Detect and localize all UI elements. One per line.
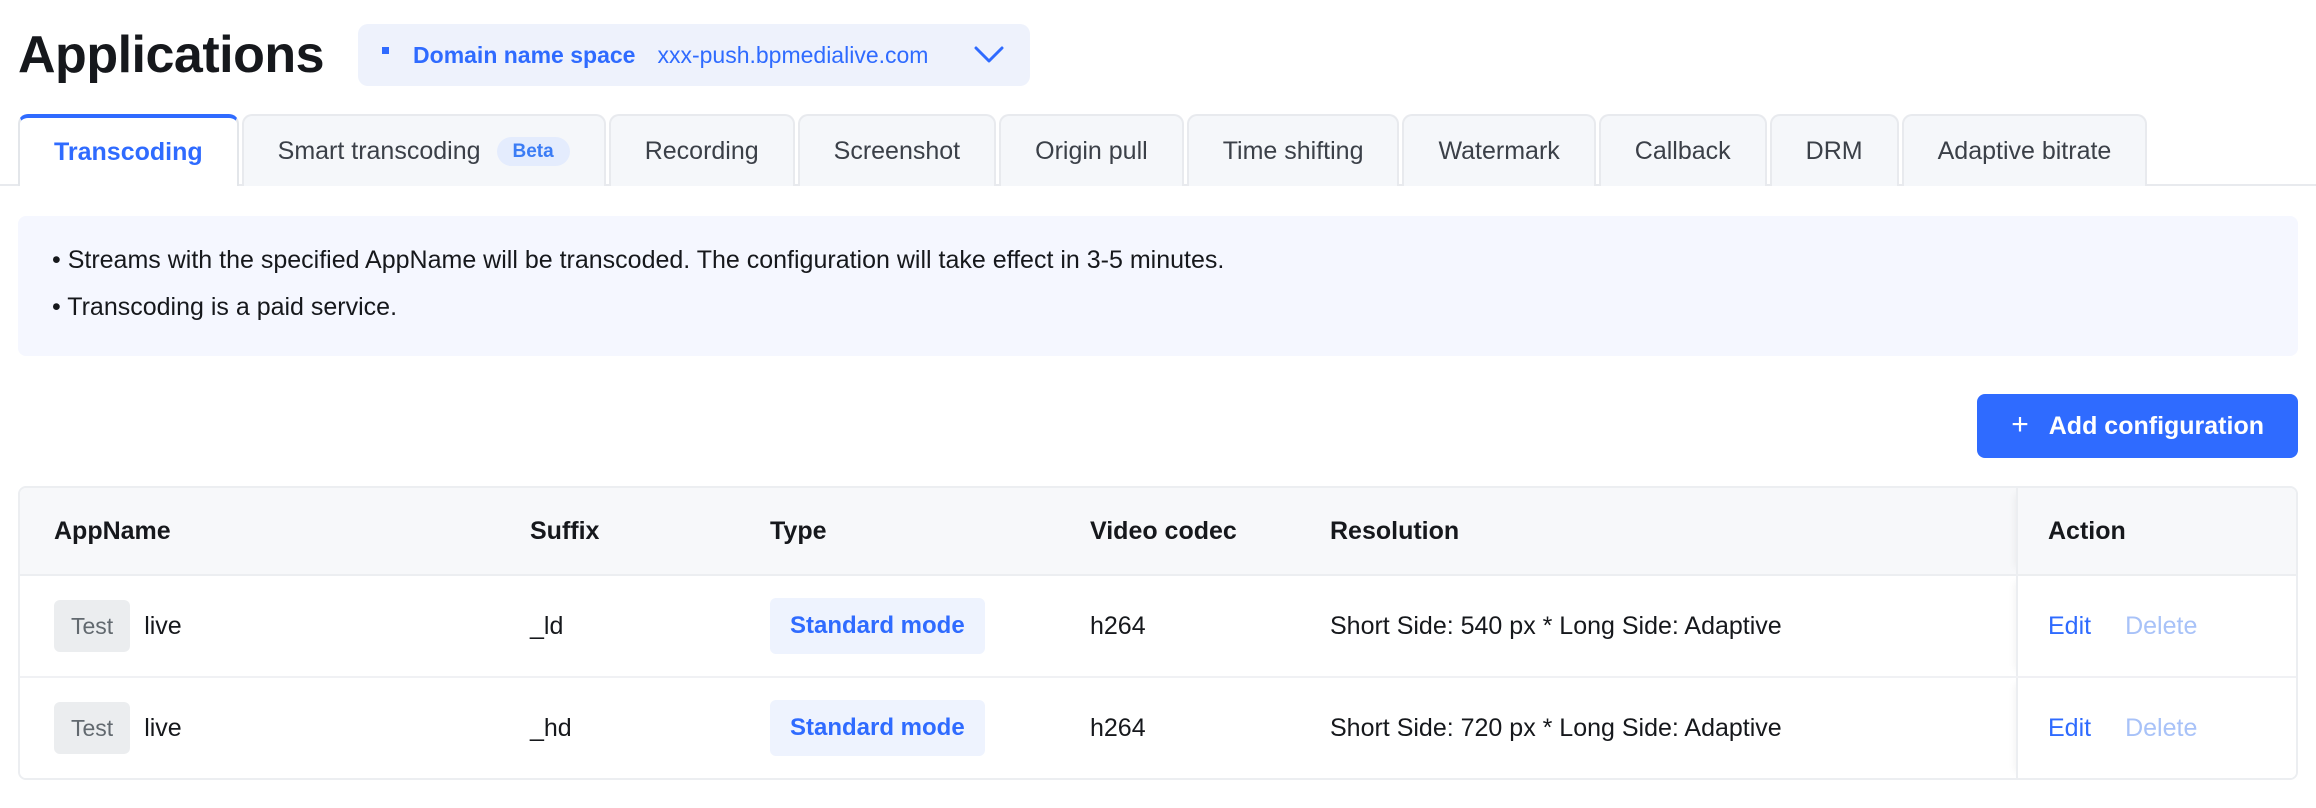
square-dot-icon <box>382 47 390 54</box>
column-header-resolution: Resolution <box>1330 516 1460 545</box>
cell-appname: Test live <box>20 678 520 778</box>
cell-type: Standard mode <box>760 678 1080 778</box>
cell-action: Edit Delete <box>2016 576 2296 676</box>
plus-icon: + <box>2011 408 2029 441</box>
tab-label: Smart transcoding <box>277 136 481 165</box>
column-header-suffix: Suffix <box>530 516 600 545</box>
tab-smart-transcoding[interactable]: Smart transcoding Beta <box>241 114 606 186</box>
info-notice: • Streams with the specified AppName wil… <box>18 216 2298 356</box>
configurations-table: AppName Suffix Type Video codec Resoluti… <box>18 486 2298 780</box>
column-header-action: Action <box>2016 488 2296 574</box>
tab-label: Origin pull <box>1035 136 1148 165</box>
cell-resolution: Short Side: 540 px * Long Side: Adaptive <box>1330 611 1782 640</box>
delete-link[interactable]: Delete <box>2125 714 2197 743</box>
table-header-row: AppName Suffix Type Video codec Resoluti… <box>20 488 2296 576</box>
tab-adaptive-bitrate[interactable]: Adaptive bitrate <box>1901 114 2148 186</box>
appname-text: live <box>144 713 182 742</box>
cell-type: Standard mode <box>760 576 1080 676</box>
tab-label: DRM <box>1805 136 1863 165</box>
edit-link[interactable]: Edit <box>2048 612 2091 641</box>
tab-callback[interactable]: Callback <box>1598 114 1767 186</box>
appname-badge: Test <box>54 600 131 652</box>
edit-link[interactable]: Edit <box>2048 714 2091 743</box>
tab-label: Watermark <box>1438 136 1560 165</box>
applications-page: Applications Domain name space xxx-push.… <box>0 0 2316 808</box>
tab-time-shifting[interactable]: Time shifting <box>1186 114 1400 186</box>
tab-label: Callback <box>1634 136 1731 165</box>
tab-label: Transcoding <box>54 137 203 166</box>
tab-label: Adaptive bitrate <box>1937 136 2112 165</box>
appname-text: live <box>144 611 182 640</box>
tab-watermark[interactable]: Watermark <box>1402 114 1596 186</box>
delete-link[interactable]: Delete <box>2125 612 2197 641</box>
tab-origin-pull[interactable]: Origin pull <box>999 114 1184 186</box>
column-header-video-codec: Video codec <box>1090 516 1237 545</box>
tab-label: Recording <box>644 136 759 165</box>
page-title: Applications <box>18 26 325 84</box>
column-header-appname: AppName <box>54 516 171 545</box>
tab-bar: Transcoding Smart transcoding Beta Recor… <box>0 110 2316 186</box>
page-header: Applications Domain name space xxx-push.… <box>0 0 2316 110</box>
table-row: Test live _ld Standard mode h264 Short S… <box>20 576 2296 678</box>
add-configuration-button[interactable]: + Add configuration <box>1977 394 2298 458</box>
tab-recording[interactable]: Recording <box>608 114 795 186</box>
cell-video-codec: h264 <box>1090 611 1146 640</box>
cell-action: Edit Delete <box>2016 678 2296 778</box>
cell-appname: Test live <box>20 576 520 676</box>
cell-suffix: _ld <box>530 611 564 640</box>
notice-line: • Streams with the specified AppName wil… <box>52 246 1225 274</box>
domain-selector-label: Domain name space <box>413 41 636 68</box>
tab-transcoding[interactable]: Transcoding <box>18 114 239 186</box>
tab-drm[interactable]: DRM <box>1769 114 1899 186</box>
tab-label: Screenshot <box>833 136 961 165</box>
chevron-down-icon[interactable] <box>974 46 1004 64</box>
appname-badge: Test <box>54 702 131 754</box>
type-badge[interactable]: Standard mode <box>770 598 985 654</box>
tab-badge-beta: Beta <box>496 136 570 166</box>
table-toolbar: + Add configuration <box>0 394 2316 458</box>
tab-screenshot[interactable]: Screenshot <box>797 114 997 186</box>
tab-label: Time shifting <box>1222 136 1364 165</box>
domain-selector-value: xxx-push.bpmedialive.com <box>657 41 929 68</box>
notice-line: • Transcoding is a paid service. <box>52 293 398 321</box>
domain-name-space-selector[interactable]: Domain name space xxx-push.bpmedialive.c… <box>358 24 1031 86</box>
table-row: Test live _hd Standard mode h264 Short S… <box>20 678 2296 778</box>
add-configuration-label: Add configuration <box>2048 411 2264 440</box>
type-badge[interactable]: Standard mode <box>770 700 985 756</box>
column-header-type: Type <box>770 516 827 545</box>
cell-suffix: _hd <box>530 713 572 742</box>
cell-video-codec: h264 <box>1090 713 1146 742</box>
cell-resolution: Short Side: 720 px * Long Side: Adaptive <box>1330 713 1782 742</box>
